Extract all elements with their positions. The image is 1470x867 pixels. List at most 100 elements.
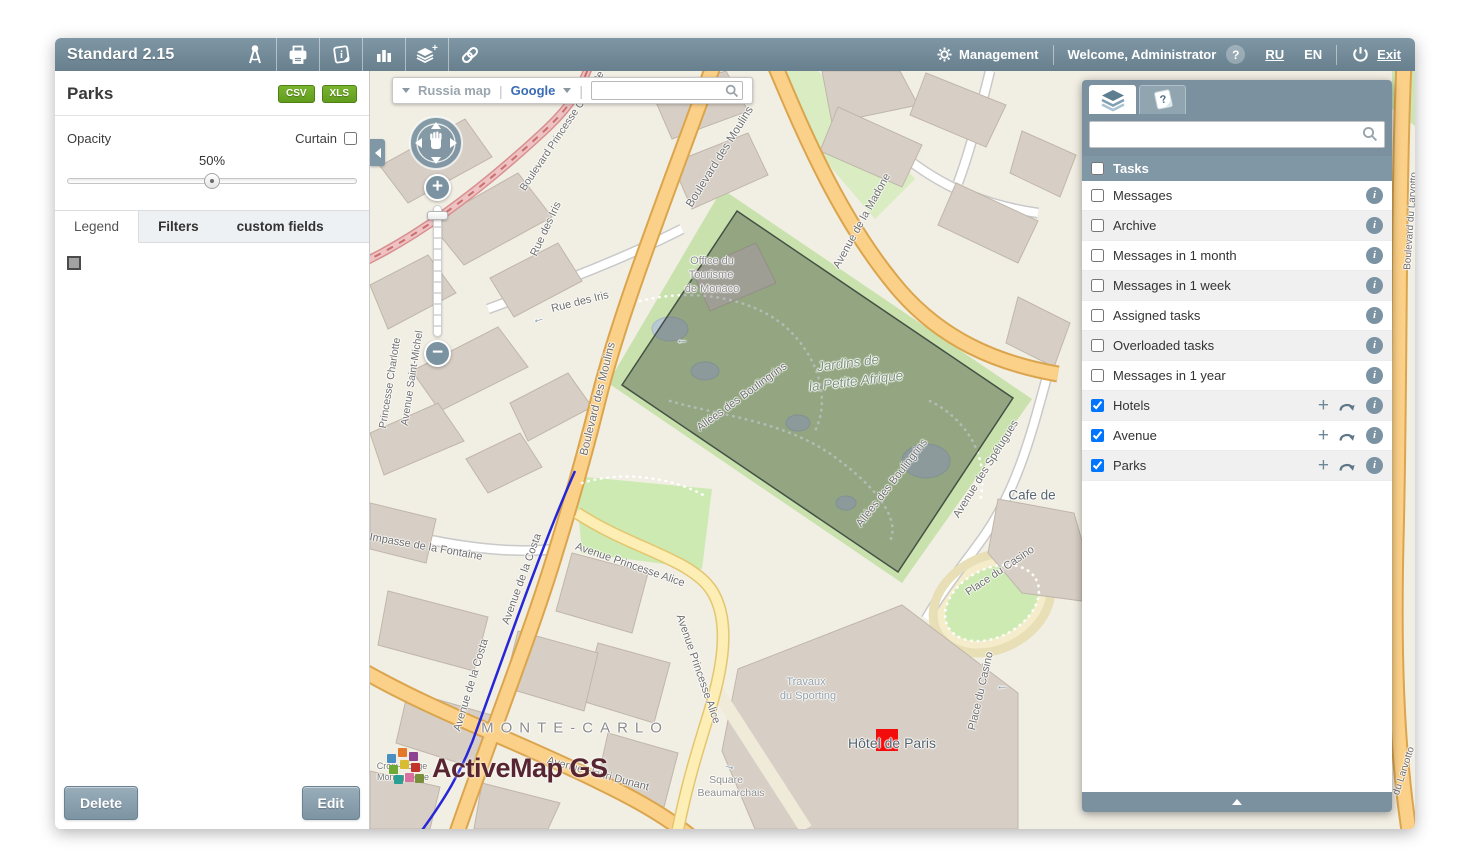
layer-row[interactable]: Messages in 1 weeki [1082, 271, 1392, 301]
app-window: Standard 2.15 i [55, 38, 1415, 829]
layer-checkbox[interactable] [1091, 429, 1104, 442]
layer-checkbox[interactable] [1091, 369, 1104, 382]
basemap-primary-select[interactable]: Russia map [418, 83, 491, 98]
tab-layers[interactable] [1089, 85, 1136, 114]
layer-label: Assigned tasks [1113, 308, 1200, 323]
measure-tool-icon[interactable] [233, 38, 276, 71]
layer-row[interactable]: Parks+i [1082, 451, 1392, 481]
journal-icon[interactable]: i [319, 38, 362, 71]
logo-text: ActiveMap GS [432, 753, 608, 784]
chart-icon[interactable] [362, 38, 405, 71]
collapse-panel-button[interactable] [370, 139, 385, 166]
export-xls-button[interactable]: XLS [322, 85, 357, 103]
layer-list: MessagesiArchiveiMessages in 1 monthiMes… [1082, 181, 1392, 792]
layer-row[interactable]: Archive i [1082, 211, 1392, 241]
lang-ru-button[interactable]: RU [1265, 47, 1284, 62]
layer-search-input[interactable] [1090, 122, 1384, 147]
opacity-slider-handle[interactable] [204, 173, 220, 189]
layer-checkbox[interactable] [1091, 279, 1104, 292]
zoom-slider[interactable] [433, 205, 442, 337]
tab-legend[interactable]: Legend [55, 211, 139, 243]
map-canvas[interactable]: Boulevard Princesse CharlotteRue des Iri… [370, 71, 1415, 829]
chevron-down-icon[interactable] [563, 88, 571, 93]
logo-tile [411, 763, 420, 772]
info-icon[interactable]: i [1366, 187, 1383, 204]
tasks-group-header: Tasks [1082, 156, 1392, 181]
export-csv-button[interactable]: CSV [278, 85, 315, 103]
layer-properties-panel: Parks CSV XLS Opacity Curtain 50% Legend [55, 71, 370, 829]
info-icon[interactable]: i [1366, 307, 1383, 324]
add-object-icon[interactable]: + [1318, 459, 1329, 473]
delete-button[interactable]: Delete [64, 786, 138, 820]
redo-arrow-icon[interactable] [1338, 398, 1357, 414]
exit-button[interactable]: Exit [1351, 45, 1401, 64]
pan-control[interactable] [408, 115, 464, 176]
layer-checkbox[interactable] [1091, 399, 1104, 412]
layer-row[interactable]: Messages i [1082, 181, 1392, 211]
logo-tile [409, 752, 418, 761]
add-layer-icon[interactable]: + [405, 38, 448, 71]
layer-checkbox[interactable] [1091, 339, 1104, 352]
layer-checkbox[interactable] [1091, 189, 1104, 202]
management-button[interactable]: Management [937, 47, 1038, 62]
tab-custom-fields[interactable]: custom fields [218, 211, 343, 242]
header-bar: Standard 2.15 i [55, 38, 1415, 71]
svg-text:i: i [339, 48, 345, 60]
chevron-up-icon [1232, 799, 1242, 805]
logo-mosaic-icon [386, 747, 426, 789]
layer-checkbox[interactable] [1091, 309, 1104, 322]
curtain-checkbox[interactable] [344, 132, 357, 145]
info-icon[interactable]: i [1366, 217, 1383, 234]
layers-tasks-panel: ? Tasks Me [1082, 80, 1392, 812]
info-icon[interactable]: i [1366, 367, 1383, 384]
help-button[interactable]: ? [1226, 45, 1245, 64]
add-object-icon[interactable]: + [1318, 429, 1329, 443]
layer-checkbox[interactable] [1091, 219, 1104, 232]
gear-icon [937, 47, 952, 62]
redo-arrow-icon[interactable] [1338, 458, 1357, 474]
curtain-label: Curtain [295, 131, 337, 146]
info-icon[interactable]: i [1366, 247, 1383, 264]
opacity-slider[interactable] [67, 173, 357, 190]
layer-checkbox[interactable] [1091, 459, 1104, 472]
info-icon[interactable]: i [1366, 397, 1383, 414]
tab-filters[interactable]: Filters [139, 211, 218, 242]
tasks-group-checkbox[interactable] [1091, 162, 1104, 175]
hotel-marker[interactable] [876, 729, 898, 751]
info-icon[interactable]: i [1366, 337, 1383, 354]
map-search-input[interactable] [592, 82, 742, 99]
chevron-down-icon[interactable] [402, 88, 410, 93]
edit-button[interactable]: Edit [302, 786, 360, 820]
layer-label: Messages [1113, 188, 1172, 203]
info-icon[interactable]: i [1366, 427, 1383, 444]
zoom-slider-handle[interactable] [427, 211, 448, 220]
print-icon[interactable] [276, 38, 319, 71]
header-toolbar: i + [233, 38, 491, 71]
info-icon[interactable]: i [1366, 277, 1383, 294]
search-icon[interactable] [1362, 126, 1378, 142]
layer-row[interactable]: Hotels+i [1082, 391, 1392, 421]
basemap-secondary-select[interactable]: Google [511, 83, 556, 98]
tab-tasks[interactable]: ? [1139, 85, 1186, 114]
layer-row[interactable]: Assigned tasks i [1082, 301, 1392, 331]
layers-icon [1099, 88, 1127, 112]
add-object-icon[interactable]: + [1318, 399, 1329, 413]
logo-tile [398, 748, 407, 757]
link-icon[interactable] [448, 38, 491, 71]
layer-checkbox[interactable] [1091, 249, 1104, 262]
layer-row[interactable]: Overloaded tasksi [1082, 331, 1392, 361]
layer-row[interactable]: Messages in 1 yeari [1082, 361, 1392, 391]
layer-row[interactable]: Avenue+i [1082, 421, 1392, 451]
layer-row[interactable]: Messages in 1 monthi [1082, 241, 1392, 271]
zoom-out-button[interactable]: − [424, 340, 451, 367]
layer-label: Archive [1113, 218, 1156, 233]
search-icon[interactable] [725, 84, 739, 98]
panel-collapse-bar[interactable] [1082, 792, 1392, 812]
left-panel-tabs: Legend Filters custom fields [55, 210, 369, 243]
app-title: Standard 2.15 [55, 46, 233, 64]
lang-en-button[interactable]: EN [1304, 47, 1322, 62]
info-icon[interactable]: i [1366, 457, 1383, 474]
redo-arrow-icon[interactable] [1338, 428, 1357, 444]
logo-tile [415, 774, 424, 783]
zoom-in-button[interactable]: + [424, 174, 451, 201]
